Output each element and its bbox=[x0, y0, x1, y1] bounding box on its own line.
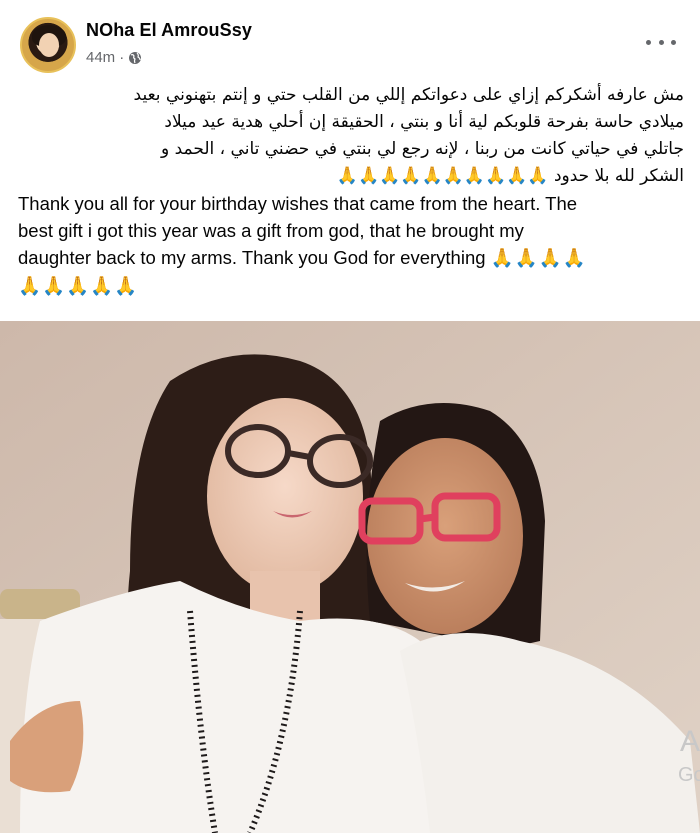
folded-hands-emoji-row: 🙏🙏🙏🙏🙏🙏🙏🙏🙏🙏 bbox=[336, 166, 549, 186]
more-options-button[interactable] bbox=[646, 32, 676, 52]
post-text: مش عارفه أشكركم إزاي على دعواتكم إللي من… bbox=[0, 82, 700, 300]
arabic-paragraph: مش عارفه أشكركم إزاي على دعواتكم إللي من… bbox=[0, 82, 700, 190]
left-face bbox=[207, 398, 363, 594]
folded-hands-emoji-line: 🙏🙏🙏🙏🙏 bbox=[18, 276, 139, 297]
arabic-line-4: الشكر لله بلا حدود bbox=[553, 166, 684, 186]
english-line-1: Thank you all for your birthday wishes t… bbox=[18, 193, 578, 214]
avatar-face bbox=[39, 33, 59, 57]
post-meta: 44m · bbox=[86, 49, 142, 66]
more-dot bbox=[671, 39, 676, 45]
photo-illustration: A Go bbox=[0, 321, 700, 833]
author-avatar[interactable] bbox=[20, 17, 76, 73]
arabic-line-2: ميلادي حاسة بفرحة قلوبكم لية أنا و بنتي … bbox=[164, 112, 684, 132]
globe-icon[interactable] bbox=[128, 51, 142, 65]
english-line-3: daughter back to my arms. Thank you God … bbox=[18, 247, 486, 268]
more-options-icon bbox=[646, 39, 651, 45]
english-line-2: best gift i got this year was a gift fro… bbox=[18, 220, 524, 241]
watermark-letter-a: A bbox=[680, 725, 700, 758]
meta-separator: · bbox=[119, 49, 125, 66]
watermark-letters-go: Go bbox=[678, 764, 700, 786]
post-timestamp[interactable]: 44m bbox=[86, 49, 115, 66]
arabic-line-3: جاتلي في حياتي كانت من ربنا ، لإنه رجع ل… bbox=[161, 139, 684, 159]
post-header: NOha El AmrouSsy 44m · bbox=[0, 0, 700, 82]
folded-hands-emoji-inline: 🙏🙏🙏🙏 bbox=[490, 248, 587, 269]
post-photo[interactable]: A Go bbox=[0, 321, 700, 833]
more-dot bbox=[658, 39, 664, 45]
arabic-line-1: مش عارفه أشكركم إزاي على دعواتكم إللي من… bbox=[133, 85, 684, 105]
author-name[interactable]: NOha El AmrouSsy bbox=[86, 20, 252, 41]
facebook-post: NOha El AmrouSsy 44m · مش عارفه أشكركم إ… bbox=[0, 0, 700, 833]
english-paragraph: Thank you all for your birthday wishes t… bbox=[0, 190, 700, 300]
